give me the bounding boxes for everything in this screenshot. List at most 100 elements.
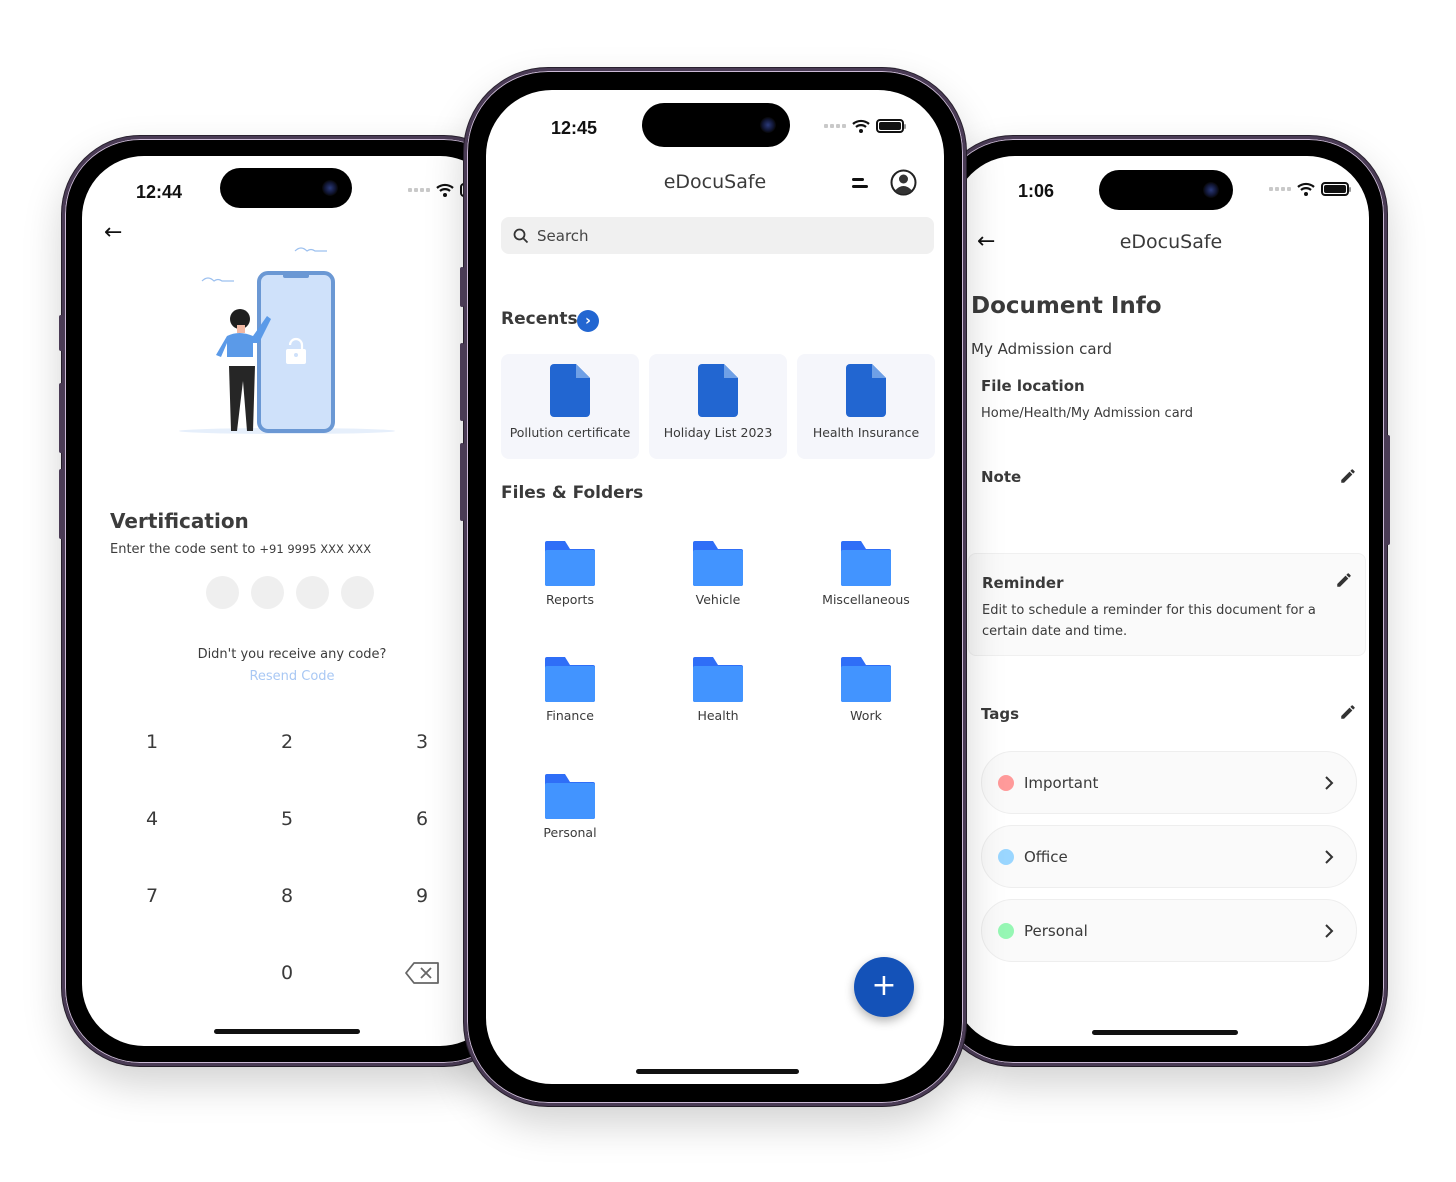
home-indicator	[1092, 1030, 1238, 1035]
tags-label: Tags	[981, 705, 1020, 723]
folder-label: Work	[850, 708, 882, 723]
camera-icon	[760, 117, 776, 133]
key-5[interactable]: 5	[257, 799, 317, 839]
document-icon	[698, 364, 738, 417]
mute-switch	[460, 267, 464, 307]
tag-label: Personal	[1024, 921, 1088, 940]
subtitle-text: Enter the code sent to	[110, 542, 260, 557]
mute-switch	[59, 315, 63, 351]
status-icons	[824, 119, 906, 133]
tag-important[interactable]: Important	[981, 751, 1357, 814]
search-bar[interactable]	[501, 217, 934, 254]
key-0[interactable]: 0	[257, 953, 317, 993]
folder-icon	[693, 657, 743, 702]
volume-up-button	[59, 383, 63, 453]
search-input[interactable]	[537, 226, 917, 245]
folder-icon	[841, 657, 891, 702]
folder-icon	[841, 541, 891, 586]
home-screen: 12:45 eDocuSafe Recents › Pollution cert…	[486, 90, 944, 1084]
resend-code-link[interactable]: Resend Code	[82, 669, 502, 684]
backspace-key[interactable]	[392, 953, 452, 993]
otp-input[interactable]	[206, 576, 374, 609]
folder-vehicle[interactable]: Vehicle	[648, 541, 788, 607]
tag-label: Office	[1024, 847, 1068, 866]
edit-note-icon[interactable]	[1339, 467, 1357, 485]
phone-number: +91 9995 XXX XXX	[259, 542, 372, 556]
document-info-title: Document Info	[971, 293, 1162, 319]
folder-icon	[545, 657, 595, 702]
folder-label: Miscellaneous	[822, 592, 910, 607]
recent-item-holiday-list[interactable]: Holiday List 2023	[649, 354, 787, 459]
security-illustration	[179, 247, 395, 434]
back-arrow-icon[interactable]: ←	[104, 222, 122, 244]
profile-avatar-icon[interactable]	[890, 169, 917, 196]
menu-icon[interactable]	[852, 178, 868, 192]
tag-label: Important	[1024, 773, 1099, 792]
edit-reminder-icon[interactable]	[1335, 571, 1353, 589]
signal-icon	[408, 188, 430, 192]
volume-down-button	[59, 469, 63, 539]
key-6[interactable]: 6	[392, 799, 452, 839]
key-7[interactable]: 7	[122, 876, 182, 916]
tag-personal[interactable]: Personal	[981, 899, 1357, 962]
verification-subtitle: Enter the code sent to +91 9995 XXX XXX	[110, 542, 371, 557]
chevron-right-icon	[1325, 775, 1334, 790]
status-time: 12:44	[136, 182, 183, 202]
note-label: Note	[981, 468, 1022, 486]
dynamic-island	[1099, 170, 1233, 210]
backspace-icon	[405, 962, 439, 984]
key-8[interactable]: 8	[257, 876, 317, 916]
verification-screen: 12:44 ← Vertification Enter the code sen…	[82, 156, 502, 1046]
folder-reports[interactable]: Reports	[500, 541, 640, 607]
add-button[interactable]: +	[854, 957, 914, 1017]
recents-more-button[interactable]: ›	[577, 310, 599, 332]
reminder-label: Reminder	[982, 574, 1064, 592]
folder-icon	[545, 541, 595, 586]
folder-label: Reports	[546, 592, 594, 607]
key-3[interactable]: 3	[392, 722, 452, 762]
folder-personal[interactable]: Personal	[500, 774, 640, 840]
recent-item-health-insurance[interactable]: Health Insurance	[797, 354, 935, 459]
otp-digit-1[interactable]	[206, 576, 239, 609]
resend-question: Didn't you receive any code?	[197, 647, 387, 662]
recent-item-pollution-certificate[interactable]: Pollution certificate	[501, 354, 639, 459]
folder-finance[interactable]: Finance	[500, 657, 640, 723]
tag-color-dot	[998, 922, 1014, 939]
signal-icon	[1269, 187, 1291, 191]
files-folders-title: Files & Folders	[501, 483, 644, 503]
key-1[interactable]: 1	[122, 722, 182, 762]
status-time: 12:45	[551, 118, 598, 138]
key-9[interactable]: 9	[392, 876, 452, 916]
verification-title: Vertification	[110, 509, 249, 533]
key-4[interactable]: 4	[122, 799, 182, 839]
wifi-icon	[852, 119, 870, 133]
recents-title: Recents	[501, 309, 578, 329]
volume-up-button	[460, 343, 464, 421]
chevron-right-icon	[1325, 849, 1334, 864]
folder-health[interactable]: Health	[648, 657, 788, 723]
folder-miscellaneous[interactable]: Miscellaneous	[796, 541, 936, 607]
wifi-icon	[436, 183, 454, 197]
otp-digit-4[interactable]	[341, 576, 374, 609]
folder-label: Health	[697, 708, 739, 723]
tag-office[interactable]: Office	[981, 825, 1357, 888]
battery-icon	[1321, 182, 1351, 196]
dynamic-island	[642, 103, 790, 147]
key-2[interactable]: 2	[257, 722, 317, 762]
signal-icon	[824, 124, 846, 128]
otp-digit-3[interactable]	[296, 576, 329, 609]
chevron-right-icon: ›	[585, 313, 591, 329]
recent-item-label: Pollution certificate	[509, 425, 631, 440]
otp-digit-2[interactable]	[251, 576, 284, 609]
status-icons	[1269, 182, 1351, 196]
document-icon	[550, 364, 590, 417]
volume-down-button	[460, 443, 464, 521]
plus-icon: +	[871, 968, 897, 1003]
tag-color-dot	[998, 774, 1014, 791]
home-indicator	[214, 1029, 360, 1034]
edit-tags-icon[interactable]	[1339, 703, 1357, 721]
phone-verification: 12:44 ← Vertification Enter the code sen…	[59, 136, 522, 1066]
folder-work[interactable]: Work	[796, 657, 936, 723]
reminder-card: Reminder Edit to schedule a reminder for…	[968, 553, 1366, 656]
dynamic-island	[220, 168, 352, 208]
